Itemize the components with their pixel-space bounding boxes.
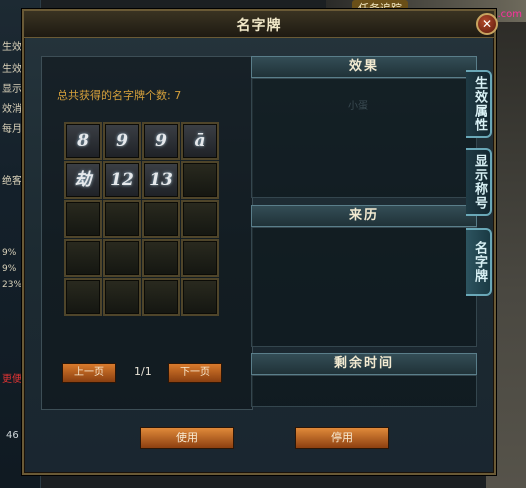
name-plate-slot[interactable]: 劫 (64, 161, 102, 199)
tab-effect-attributes[interactable]: 生效属性 (466, 70, 492, 138)
bg-percent: 9% (2, 248, 17, 258)
origin-panel (251, 227, 477, 347)
plate-glyph: 12 (110, 170, 134, 190)
name-plate-grid: 8 9 9 ā 劫 12 13 (64, 122, 224, 316)
empty-plate-slot[interactable] (103, 278, 141, 316)
empty-plate-slot[interactable] (142, 278, 180, 316)
plate-glyph: 8 (77, 131, 89, 151)
next-page-button[interactable]: 下一页 (168, 363, 222, 383)
bg-text-line: 生效 (2, 64, 22, 75)
empty-plate-slot[interactable] (181, 239, 219, 277)
effect-panel: 小蛋 (251, 78, 477, 198)
empty-plate-slot[interactable] (64, 200, 102, 238)
window-title: 名字牌 (236, 18, 282, 34)
name-plate-window: 名字牌 ✕ 总共获得的名字牌个数: 7 8 9 9 ā 劫 12 13 上一页 … (22, 9, 498, 475)
effect-header: 效果 (251, 56, 477, 78)
name-plate-slot[interactable]: 12 (103, 161, 141, 199)
bg-percent: 23% (2, 280, 23, 290)
plate-glyph: 13 (149, 170, 173, 190)
pagination: 上一页 1/1 下一页 (62, 363, 242, 385)
origin-header: 来历 (251, 205, 477, 227)
bg-text-line: 绝客 (2, 176, 22, 187)
empty-plate-slot[interactable] (64, 278, 102, 316)
name-plate-slot[interactable]: 9 (103, 122, 141, 160)
effect-faint-text: 小蛋 (348, 101, 368, 112)
plate-glyph: 劫 (74, 170, 92, 190)
plate-glyph: 9 (116, 131, 128, 151)
empty-plate-slot[interactable] (181, 278, 219, 316)
remaining-time-header: 剩余时间 (251, 353, 477, 375)
name-plate-list-panel: 总共获得的名字牌个数: 7 8 9 9 ā 劫 12 13 上一页 1/1 下一… (41, 56, 253, 410)
tab-display-title[interactable]: 显示称号 (466, 148, 492, 216)
close-button[interactable]: ✕ (476, 13, 498, 35)
use-button[interactable]: 使用 (140, 427, 234, 449)
title-bar[interactable]: 名字牌 (24, 11, 494, 38)
name-plate-slot[interactable]: 9 (142, 122, 180, 160)
tab-name-plate[interactable]: 名字牌 (466, 228, 492, 296)
plate-count-label: 总共获得的名字牌个数: 7 (57, 89, 182, 102)
empty-plate-slot[interactable] (142, 239, 180, 277)
remaining-time-panel (251, 375, 477, 407)
empty-plate-slot[interactable] (103, 200, 141, 238)
bg-percent: 9% (2, 264, 17, 274)
plate-glyph: 9 (155, 131, 167, 151)
bottom-number: 46 (6, 430, 19, 441)
empty-plate-slot[interactable] (64, 239, 102, 277)
page-indicator: 1/1 (134, 365, 152, 378)
empty-plate-slot[interactable] (181, 200, 219, 238)
name-plate-slot[interactable]: 13 (142, 161, 180, 199)
empty-plate-slot[interactable] (103, 239, 141, 277)
bg-red-text: 更便 (2, 374, 22, 385)
prev-page-button[interactable]: 上一页 (62, 363, 116, 383)
empty-plate-slot[interactable] (142, 200, 180, 238)
name-plate-slot[interactable]: ā (181, 122, 219, 160)
name-plate-slot[interactable]: 8 (64, 122, 102, 160)
plate-glyph: ā (194, 131, 206, 151)
empty-plate-slot[interactable] (181, 161, 219, 199)
stop-button[interactable]: 停用 (295, 427, 389, 449)
